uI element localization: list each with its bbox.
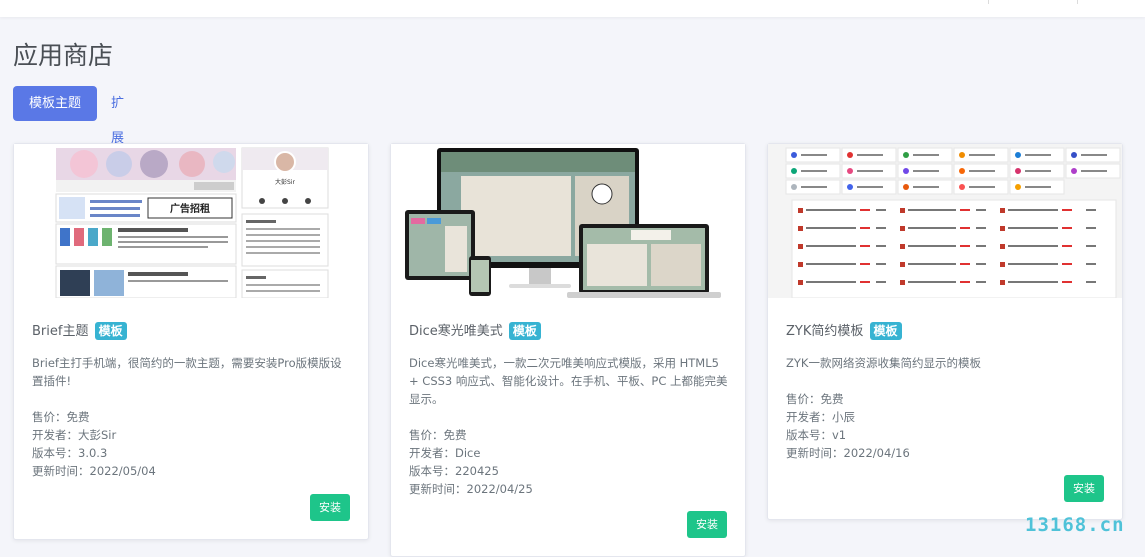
svg-text:大彭Sir: 大彭Sir — [275, 178, 295, 186]
template-card: Dice寒光唯美式 模板 Dice寒光唯美式，一款二次元唯美响应式模版，采用 H… — [390, 143, 746, 557]
tab-templates[interactable]: 模板主题 — [13, 86, 97, 121]
template-preview-image[interactable] — [391, 144, 745, 298]
template-version: 版本号：3.0.3 — [32, 446, 108, 460]
template-updated: 更新时间：2022/05/04 — [32, 464, 156, 478]
preview-brief: 广告招租 大彭Sir — [14, 144, 368, 298]
tab-plugins[interactable]: 扩展插件 — [111, 86, 124, 216]
template-version: 版本号：v1 — [786, 428, 847, 442]
top-navbar — [0, 0, 1145, 17]
template-developer: 开发者：小辰 — [786, 410, 855, 424]
template-name: Dice寒光唯美式 — [409, 324, 503, 339]
page-title: 应用商店 — [13, 41, 114, 70]
template-description: Brief主打手机端，很简约的一款主题，需要安装Pro版模版设置插件! — [32, 356, 342, 388]
template-description: ZYK一款网络资源收集简约显示的模板 — [786, 356, 981, 370]
template-developer: 开发者：大彭Sir — [32, 428, 117, 442]
template-preview-image[interactable]: 广告招租 大彭Sir — [14, 144, 368, 298]
template-description: Dice寒光唯美式，一款二次元唯美响应式模版，采用 HTML5 + CSS3 响… — [409, 356, 728, 406]
template-name: Brief主题 — [32, 324, 89, 339]
template-title: Dice寒光唯美式 模板 — [409, 320, 541, 340]
install-button[interactable]: 安装 — [687, 511, 727, 538]
preview-dice — [391, 144, 745, 298]
template-meta: 售价：免费 开发者：小辰 版本号：v1 更新时间：2022/04/16 — [786, 390, 910, 462]
template-preview-image[interactable] — [768, 144, 1122, 298]
template-badge: 模板 — [508, 322, 541, 340]
template-meta: 售价：免费 开发者：Dice 版本号：220425 更新时间：2022/04/2… — [409, 426, 533, 498]
install-button[interactable]: 安装 — [310, 494, 350, 521]
template-price: 售价：免费 — [32, 410, 90, 424]
template-title: ZYK简约模板 模板 — [786, 320, 902, 340]
template-version: 版本号：220425 — [409, 464, 499, 478]
template-price: 售价：免费 — [409, 428, 467, 442]
install-button[interactable]: 安装 — [1064, 475, 1104, 502]
site-watermark: 13168.cn — [1025, 514, 1125, 536]
template-title: Brief主题 模板 — [32, 320, 127, 340]
template-badge: 模板 — [94, 322, 127, 340]
template-card: 广告招租 大彭Sir Brief主题 模板 Brief主打手机端，很简约的一款主… — [13, 143, 369, 540]
template-price: 售价：免费 — [786, 392, 844, 406]
template-name: ZYK简约模板 — [786, 324, 864, 339]
template-updated: 更新时间：2022/04/25 — [409, 482, 533, 496]
template-meta: 售价：免费 开发者：大彭Sir 版本号：3.0.3 更新时间：2022/05/0… — [32, 408, 156, 480]
navbar-divider — [988, 0, 989, 4]
template-developer: 开发者：Dice — [409, 446, 481, 460]
svg-text:广告招租: 广告招租 — [170, 202, 210, 215]
template-card: ZYK简约模板 模板 ZYK一款网络资源收集简约显示的模板 售价：免费 开发者：… — [767, 143, 1123, 520]
preview-zyk — [768, 144, 1122, 298]
template-updated: 更新时间：2022/04/16 — [786, 446, 910, 460]
navbar-divider — [1077, 0, 1078, 4]
template-badge: 模板 — [869, 322, 902, 340]
